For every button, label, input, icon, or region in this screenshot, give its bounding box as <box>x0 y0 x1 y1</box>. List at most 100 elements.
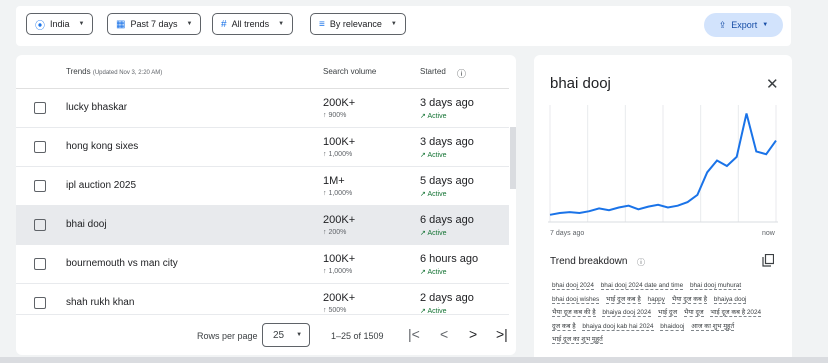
volume-change: ↑ 1,000% <box>323 268 353 275</box>
breakdown-tag[interactable]: bhai dooj wishes <box>552 295 600 304</box>
breakdown-tag[interactable]: bhaiya dooj 2024 <box>602 309 652 317</box>
location-pin-icon: ⦿ <box>35 20 45 32</box>
breakdown-tag[interactable]: bhai dooj muhurat <box>689 282 742 290</box>
first-page-icon[interactable]: |< <box>408 326 420 342</box>
active-status-label: Active <box>427 230 447 237</box>
active-status: ↗ Active <box>420 269 447 276</box>
table-row[interactable]: ipl auction 2025 1M+ ↑ 1,000% 5 days ago… <box>16 167 509 206</box>
period-filter[interactable]: ▦ Past 7 days ▼ <box>107 13 202 35</box>
breakdown-tag[interactable]: bhaidooj <box>660 322 685 331</box>
info-icon[interactable]: ⓘ <box>457 67 466 80</box>
breakdown-tag[interactable]: भाई दूज कब है 2024 <box>710 309 762 317</box>
breakdown-tag[interactable]: भैया दूज कब की है <box>552 309 596 317</box>
started-time: 5 days ago <box>420 175 474 187</box>
row-checkbox[interactable] <box>34 297 46 309</box>
updated-time: (Updated Nov 3, 2:20 AM) <box>92 70 163 76</box>
row-checkbox[interactable] <box>34 102 46 114</box>
category-filter[interactable]: # All trends ▼ <box>212 13 294 35</box>
share-icon: ⇪ <box>718 19 727 30</box>
trend-name: lucky bhaskar <box>66 102 128 113</box>
sort-filter[interactable]: ≡ By relevance ▼ <box>310 13 406 35</box>
volume-change: ↑ 900% <box>323 112 347 119</box>
breakdown-tag[interactable]: भैया दूज <box>683 309 704 317</box>
volume-change: ↑ 500% <box>323 307 347 314</box>
col-trends-label: Trends <box>66 67 91 76</box>
row-checkbox[interactable] <box>34 141 46 153</box>
hashtag-icon: # <box>221 18 227 30</box>
volume-change-value: 1,000% <box>328 268 353 275</box>
dropdown-arrow-icon: ▼ <box>390 21 397 27</box>
trend-name: hong kong sixes <box>66 141 139 152</box>
breakdown-tag[interactable]: दूज कब है <box>552 322 576 331</box>
trend-chart <box>548 105 778 223</box>
table-row[interactable]: shah rukh khan 200K+ ↑ 500% 2 days ago ↗… <box>16 284 509 315</box>
last-page-icon[interactable]: >| <box>496 326 508 342</box>
table-row-selected[interactable]: bhai dooj 200K+ ↑ 200% 6 days ago ↗ Acti… <box>16 206 509 245</box>
copy-icon[interactable] <box>762 254 774 267</box>
prev-page-icon[interactable]: < <box>440 326 448 342</box>
breakdown-tag[interactable]: happy <box>647 295 665 304</box>
table-row[interactable]: hong kong sixes 100K+ ↑ 1,000% 3 days ag… <box>16 128 509 167</box>
info-icon[interactable]: ⓘ <box>637 257 645 268</box>
col-started[interactable]: Started <box>420 67 446 76</box>
volume-change-value: 1,000% <box>328 190 353 197</box>
breakdown-tag[interactable]: भैया दूज कब है <box>671 295 707 304</box>
calendar-icon: ▦ <box>116 18 126 30</box>
dropdown-arrow-icon: ▼ <box>78 21 85 27</box>
rows-per-page-select[interactable]: 25 ▼ <box>262 323 310 347</box>
breakdown-tag[interactable]: भाई दूज का शुभ मुहूर्त <box>552 336 603 344</box>
volume-change-value: 1,000% <box>328 151 353 158</box>
volume-change-value: 900% <box>328 112 347 119</box>
window-bottom-edge <box>0 357 828 363</box>
close-icon[interactable]: ✕ <box>766 75 779 93</box>
trend-name: bhai dooj <box>66 219 107 230</box>
trend-name: ipl auction 2025 <box>66 180 137 191</box>
active-status: ↗ Active <box>420 230 447 237</box>
row-checkbox[interactable] <box>34 180 46 192</box>
x-axis-end: now <box>762 230 775 237</box>
volume-change-value: 500% <box>328 307 347 314</box>
trend-name: shah rukh khan <box>66 297 135 308</box>
row-checkbox[interactable] <box>34 258 46 270</box>
col-volume[interactable]: Search volume <box>323 67 376 76</box>
breakdown-tag[interactable]: bhaiya dooj kab hai 2024 <box>582 322 654 331</box>
country-filter[interactable]: ⦿ India ▼ <box>26 13 94 35</box>
category-label: All trends <box>231 19 270 29</box>
dropdown-arrow-icon: ▼ <box>762 22 769 28</box>
detail-title: bhai dooj <box>550 75 611 92</box>
active-status-label: Active <box>427 152 447 159</box>
dropdown-arrow-icon: ▼ <box>278 21 285 27</box>
rows-per-page-value: 25 <box>273 329 285 341</box>
active-status-label: Active <box>427 113 447 120</box>
dropdown-arrow-icon: ▼ <box>186 21 193 27</box>
search-volume: 200K+ <box>323 292 356 304</box>
dropdown-arrow-icon: ▼ <box>296 332 303 338</box>
started-time: 6 days ago <box>420 214 474 226</box>
breakdown-tag[interactable]: bhaiya dooj <box>713 295 747 304</box>
active-status: ↗ Active <box>420 152 447 159</box>
breakdown-tag[interactable]: आज का शुभ मुहूर्त <box>691 322 735 331</box>
sort-label: By relevance <box>329 19 382 29</box>
table-row[interactable]: lucky bhaskar 200K+ ↑ 900% 3 days ago ↗ … <box>16 89 509 128</box>
row-checkbox[interactable] <box>34 219 46 231</box>
breakdown-tag[interactable]: भाई दूज <box>657 309 678 317</box>
page-range: 1–25 of 1509 <box>331 331 384 341</box>
rows-per-page-label: Rows per page <box>197 331 258 341</box>
search-volume: 100K+ <box>323 136 356 148</box>
search-volume: 100K+ <box>323 253 356 265</box>
table-row[interactable]: bournemouth vs man city 100K+ ↑ 1,000% 6… <box>16 245 509 284</box>
breakdown-tag[interactable]: भाई दूज कब है <box>606 295 641 304</box>
active-status-label: Active <box>427 269 447 276</box>
search-volume: 1M+ <box>323 175 345 187</box>
volume-change-value: 200% <box>328 229 347 236</box>
breakdown-tag[interactable]: bhai dooj 2024 date and time <box>600 282 684 290</box>
next-page-icon[interactable]: > <box>469 326 477 342</box>
breakdown-tag[interactable]: bhai dooj 2024 <box>552 282 594 290</box>
volume-change: ↑ 1,000% <box>323 151 353 158</box>
period-label: Past 7 days <box>130 19 178 29</box>
trend-breakdown-title: Trend breakdown <box>550 256 628 267</box>
active-status: ↗ Active <box>420 308 447 315</box>
table-scrollbar[interactable] <box>510 127 516 189</box>
export-button[interactable]: ⇪ Export ▼ <box>704 13 783 37</box>
trends-table: Trends (Updated Nov 3, 2:20 AM) Search v… <box>16 55 516 355</box>
